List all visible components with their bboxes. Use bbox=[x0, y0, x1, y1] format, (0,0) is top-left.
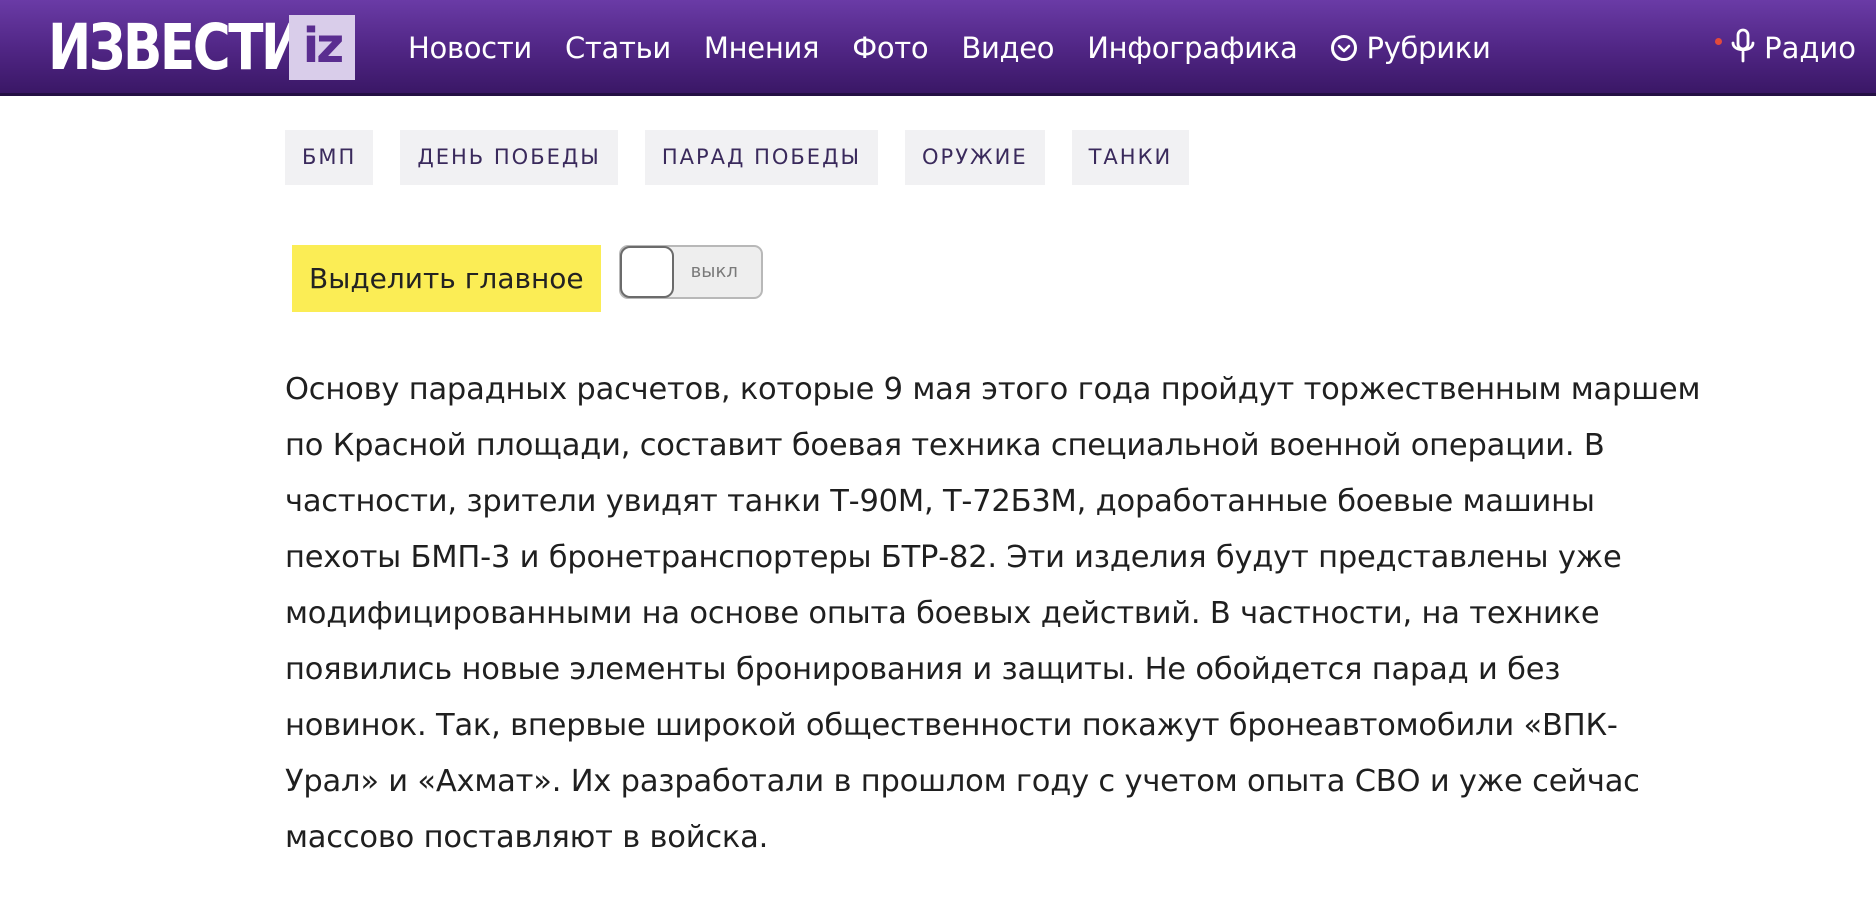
article-tags: БМП ДЕНЬ ПОБЕДЫ ПАРАД ПОБЕДЫ ОРУЖИЕ ТАНК… bbox=[285, 130, 1216, 185]
site-header: ИЗВЕСТИЯ iz Новости Статьи Мнения Фото В… bbox=[0, 0, 1876, 96]
chevron-down-circle-icon bbox=[1330, 35, 1357, 61]
highlight-main-control: Выделить главное выкл bbox=[292, 245, 763, 312]
highlight-toggle[interactable]: выкл bbox=[618, 245, 763, 299]
radio-label: Радио bbox=[1764, 31, 1856, 65]
article-line: по Красной площади, составит боевая техн… bbox=[285, 428, 1605, 463]
tag-victory-day[interactable]: ДЕНЬ ПОБЕДЫ bbox=[400, 130, 618, 185]
nav-item-photo[interactable]: Фото bbox=[852, 31, 928, 65]
highlight-main-label: Выделить главное bbox=[292, 245, 601, 312]
toggle-knob[interactable] bbox=[619, 246, 674, 298]
nav-item-rubrics[interactable]: Рубрики bbox=[1330, 31, 1491, 65]
article-line: модифицированными на основе опыта боевых… bbox=[285, 596, 1600, 631]
article-body: Основу парадных расчетов, которые 9 мая … bbox=[285, 362, 1785, 866]
article-line: новинок. Так, впервые широкой общественн… bbox=[285, 708, 1618, 743]
article-paragraph: Основу парадных расчетов, которые 9 мая … bbox=[285, 362, 1785, 866]
article-line: Урал» и «Ахмат». Их разработали в прошло… bbox=[285, 764, 1640, 799]
nav-item-infographics[interactable]: Инфографика bbox=[1087, 31, 1298, 65]
article-line: появились новые элементы бронирования и … bbox=[285, 652, 1561, 687]
nav-item-video[interactable]: Видео bbox=[961, 31, 1054, 65]
tag-tanks[interactable]: ТАНКИ bbox=[1071, 130, 1190, 185]
article-line: массово поставляют в войска. bbox=[285, 820, 769, 855]
main-nav: Новости Статьи Мнения Фото Видео Инфогра… bbox=[408, 0, 1524, 96]
tag-bmp[interactable]: БМП bbox=[285, 130, 374, 185]
tag-victory-parade[interactable]: ПАРАД ПОБЕДЫ bbox=[644, 130, 879, 185]
nav-item-opinions[interactable]: Мнения bbox=[704, 31, 820, 65]
radio-link[interactable]: Радио bbox=[1715, 0, 1856, 96]
live-dot-icon bbox=[1715, 37, 1723, 45]
article-line: частности, зрители увидят танки Т-90М, Т… bbox=[285, 484, 1595, 519]
toggle-state-label: выкл bbox=[690, 261, 738, 282]
nav-item-articles[interactable]: Статьи bbox=[565, 31, 671, 65]
nav-item-news[interactable]: Новости bbox=[408, 31, 532, 65]
logo-badge[interactable]: iz bbox=[289, 15, 355, 80]
microphone-icon bbox=[1730, 28, 1756, 68]
tag-weapons[interactable]: ОРУЖИЕ bbox=[905, 130, 1045, 185]
article-line: Основу парадных расчетов, которые 9 мая … bbox=[285, 372, 1701, 407]
article-line: пехоты БМП-3 и бронетранспортеры БТР-82.… bbox=[285, 540, 1622, 575]
nav-rubrics-label: Рубрики bbox=[1366, 31, 1491, 65]
